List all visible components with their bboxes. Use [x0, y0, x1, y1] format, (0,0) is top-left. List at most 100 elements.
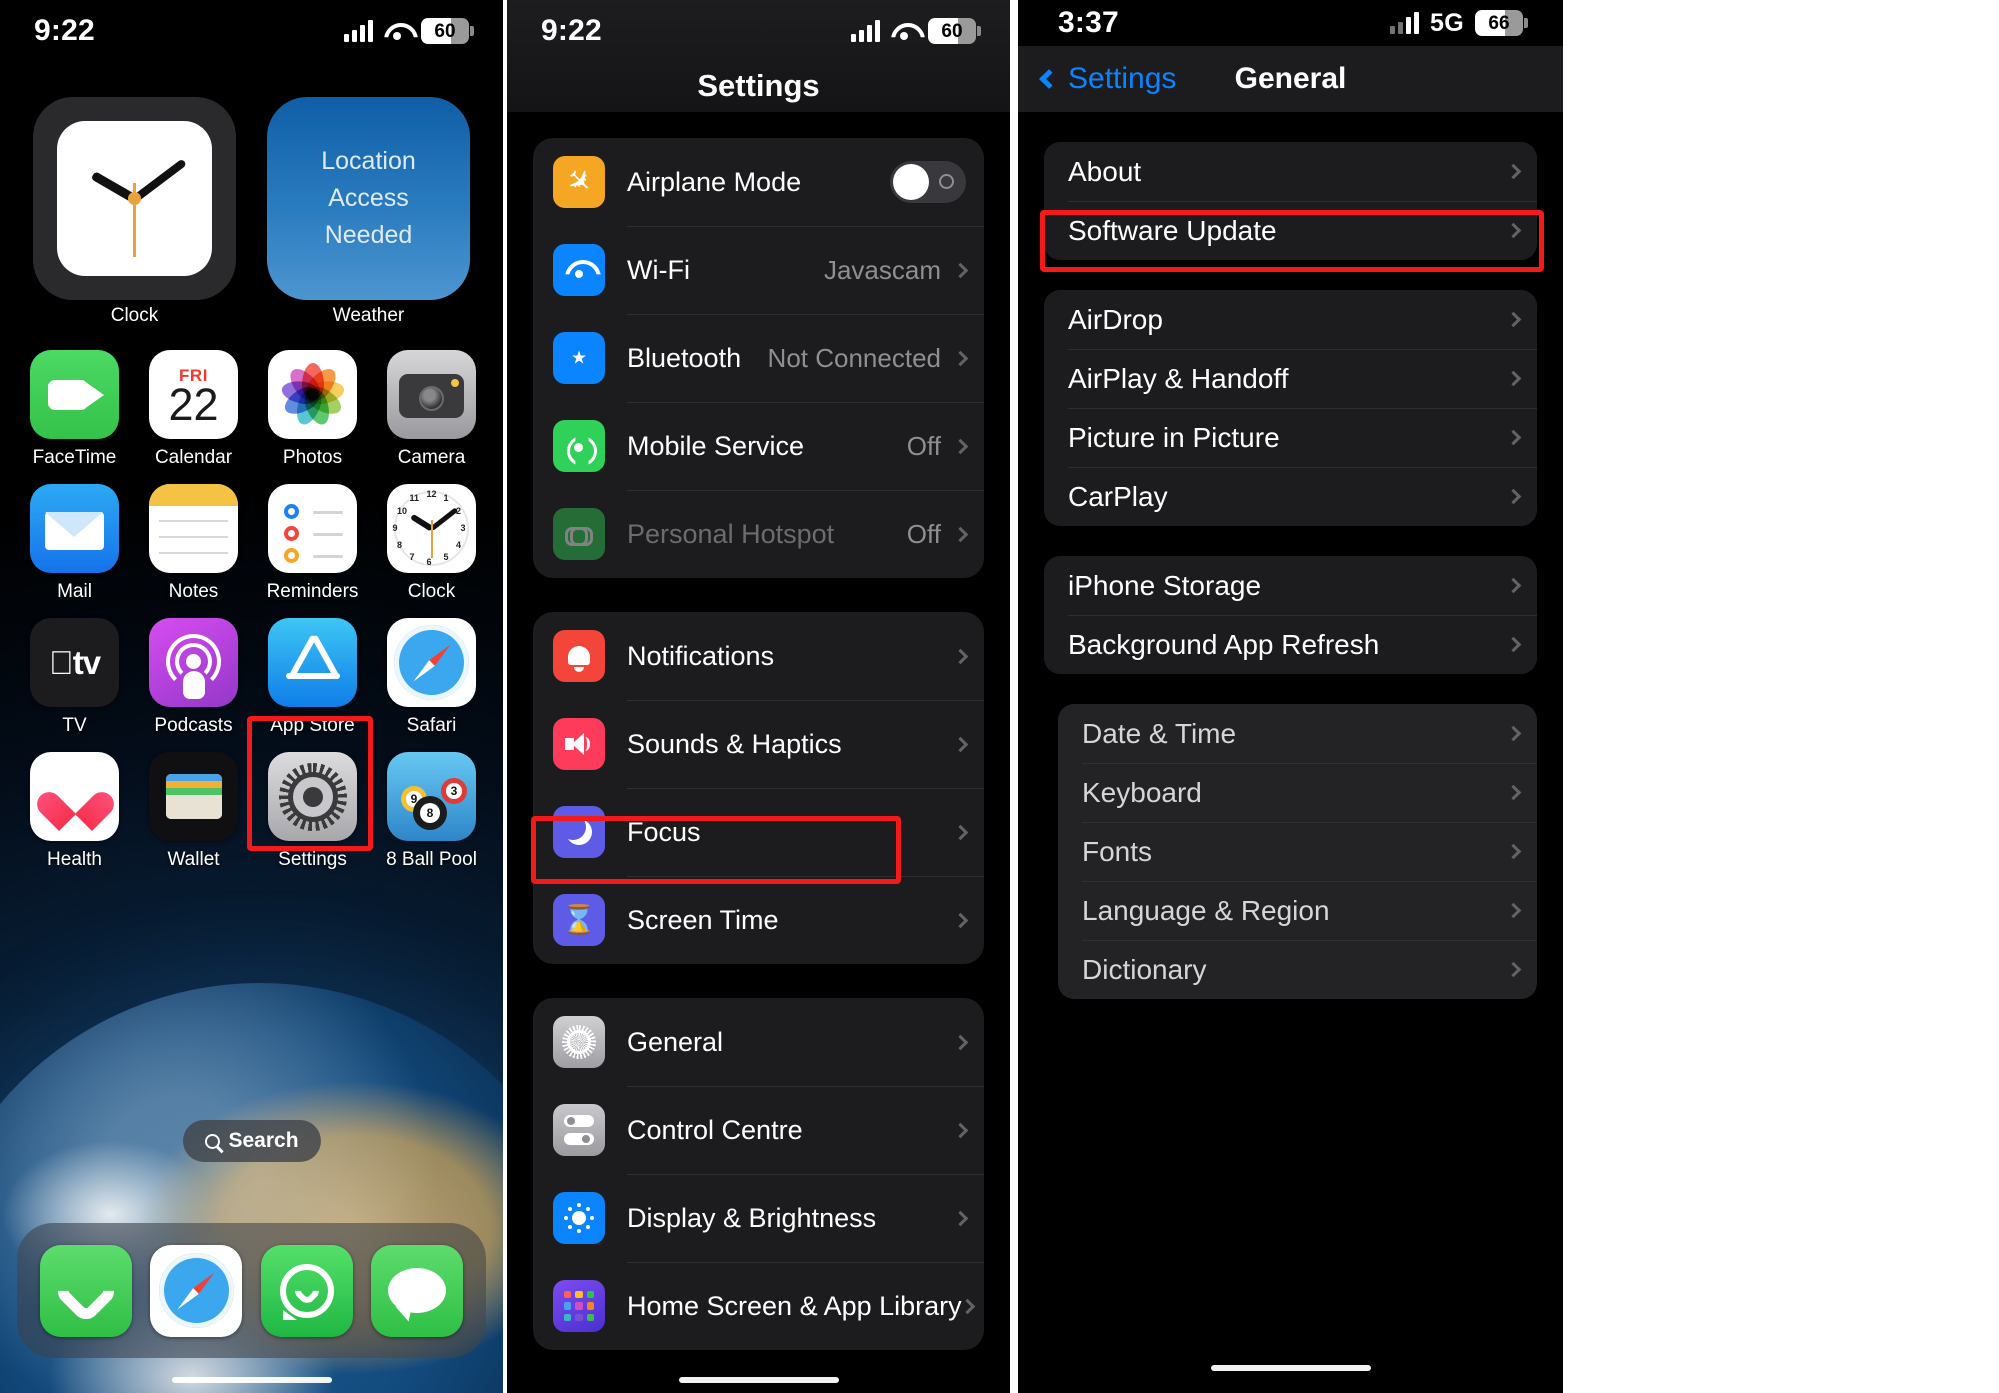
podcasts-icon	[149, 618, 238, 707]
general-group-storage: iPhone Storage Background App Refresh	[1044, 556, 1537, 674]
row-value: Off	[906, 430, 941, 461]
app-reminders[interactable]: Reminders	[260, 484, 365, 603]
general-row-airplay-handoff[interactable]: AirPlay & Handoff	[1044, 349, 1537, 408]
app-facetime[interactable]: FaceTime	[22, 350, 127, 469]
status-indicators: 5G 66	[1390, 9, 1528, 38]
app-photos[interactable]: Photos	[260, 350, 365, 469]
settings-row-personal-hotspot[interactable]: Personal Hotspot Off	[533, 490, 984, 578]
app-settings[interactable]: Settings	[260, 752, 365, 871]
battery-icon: 60	[928, 18, 981, 44]
app-podcasts[interactable]: Podcasts	[141, 618, 246, 737]
app-label: Mail	[57, 581, 92, 602]
general-row-about[interactable]: About	[1044, 142, 1537, 201]
chevron-right-icon	[1505, 843, 1522, 860]
settings-row-focus[interactable]: Focus	[533, 788, 984, 876]
search-button[interactable]: Search	[182, 1120, 321, 1162]
chevron-right-icon	[952, 262, 969, 278]
general-scroll-area[interactable]: About Software Update AirDrop AirPlay & …	[1018, 112, 1563, 1393]
app-8-ball-pool[interactable]: 938 8 Ball Pool	[379, 752, 484, 871]
app-notes[interactable]: Notes	[141, 484, 246, 603]
chevron-right-icon	[1505, 370, 1522, 387]
settings-row-airplane-mode[interactable]: Airplane Mode	[533, 138, 984, 226]
airplane-mode-toggle[interactable]	[890, 161, 966, 203]
app-store-icon	[268, 618, 357, 707]
settings-group-connectivity: Airplane Mode Wi-Fi Javascam ⋆ Bluetooth…	[533, 138, 984, 578]
settings-row-notifications[interactable]: Notifications	[533, 612, 984, 700]
weather-widget[interactable]: Location Access Needed	[267, 97, 470, 300]
widget-row: Location Access Needed	[33, 97, 470, 300]
app-label: Health	[47, 849, 102, 870]
app-label: App Store	[270, 715, 355, 736]
settings-row-wifi[interactable]: Wi-Fi Javascam	[533, 226, 984, 314]
general-row-language-region[interactable]: Language & Region	[1058, 881, 1537, 940]
settings-row-screen-time[interactable]: ⌛ Screen Time	[533, 876, 984, 964]
app-label: Calendar	[154, 447, 233, 468]
chevron-right-icon	[1505, 636, 1522, 653]
chevron-right-icon	[1505, 222, 1522, 239]
hotspot-icon	[553, 508, 605, 560]
app-clock[interactable]: 12 1 2 3 4 5 6 7 8 9 10 11 Clock	[379, 484, 484, 603]
phone-icon[interactable]	[40, 1244, 133, 1337]
settings-row-general[interactable]: General	[533, 998, 984, 1086]
settings-row-bluetooth[interactable]: ⋆ Bluetooth Not Connected	[533, 314, 984, 402]
general-nav-bar: General Settings	[1018, 46, 1563, 112]
settings-row-mobile-service[interactable]: Mobile Service Off	[533, 402, 984, 490]
app-health[interactable]: Health	[22, 752, 127, 871]
app-safari[interactable]: Safari	[379, 618, 484, 737]
app-row-1: FaceTime FRI 22 Calendar Photos Camera	[22, 350, 484, 469]
messages-icon[interactable]	[370, 1244, 463, 1337]
app-grid: FaceTime FRI 22 Calendar Photos Camera M…	[22, 350, 484, 886]
settings-row-home-screen-app-library[interactable]: Home Screen & App Library	[533, 1262, 984, 1350]
chevron-right-icon	[952, 526, 969, 542]
general-row-airdrop[interactable]: AirDrop	[1044, 290, 1537, 349]
general-row-dictionary[interactable]: Dictionary	[1058, 940, 1537, 999]
mail-icon	[30, 484, 119, 573]
general-row-date-time[interactable]: Date & Time	[1058, 704, 1537, 763]
general-row-carplay[interactable]: CarPlay	[1044, 467, 1537, 526]
wallet-icon	[149, 752, 238, 841]
safari-dock-icon[interactable]	[150, 1244, 243, 1337]
status-indicators: 60	[344, 18, 474, 44]
general-row-background-app-refresh[interactable]: Background App Refresh	[1044, 615, 1537, 674]
settings-row-display-brightness[interactable]: Display & Brightness	[533, 1174, 984, 1262]
app-calendar[interactable]: FRI 22 Calendar	[141, 350, 246, 469]
app-label: Notes	[168, 581, 219, 602]
camera-icon	[387, 350, 476, 439]
settings-group-notifications: Notifications Sounds & Haptics Focus ⌛ S…	[533, 612, 984, 964]
clock-widget[interactable]	[33, 97, 236, 300]
general-row-software-update[interactable]: Software Update	[1044, 201, 1537, 260]
chevron-right-icon	[952, 1122, 969, 1138]
panel-settings: 9:22 60 Settings Airplane Mode	[507, 0, 1010, 1393]
photos-icon	[268, 350, 357, 439]
weather-line-1: Location	[321, 147, 416, 175]
general-row-picture-in-picture[interactable]: Picture in Picture	[1044, 408, 1537, 467]
home-indicator	[1210, 1365, 1371, 1371]
general-row-fonts[interactable]: Fonts	[1058, 822, 1537, 881]
app-mail[interactable]: Mail	[22, 484, 127, 603]
settings-page-title: Settings	[697, 68, 820, 103]
8-ball-pool-icon: 938	[387, 752, 476, 841]
whatsapp-icon[interactable]	[260, 1244, 353, 1337]
status-indicators: 60	[851, 18, 981, 44]
settings-row-control-centre[interactable]: Control Centre	[533, 1086, 984, 1174]
sound-icon	[553, 718, 605, 770]
row-label: Software Update	[1068, 214, 1277, 246]
row-label: Keyboard	[1082, 776, 1202, 808]
row-label: Fonts	[1082, 835, 1153, 867]
app-app-store[interactable]: App Store	[260, 618, 365, 737]
app-camera[interactable]: Camera	[379, 350, 484, 469]
home-indicator	[171, 1377, 332, 1383]
gear-icon	[553, 1016, 605, 1068]
app-wallet[interactable]: Wallet	[141, 752, 246, 871]
settings-scroll-area[interactable]: Airplane Mode Wi-Fi Javascam ⋆ Bluetooth…	[507, 112, 1010, 1393]
status-time: 9:22	[541, 14, 602, 47]
app-tv[interactable]: tv TV	[22, 618, 127, 737]
general-row-iphone-storage[interactable]: iPhone Storage	[1044, 556, 1537, 615]
health-icon	[30, 752, 119, 841]
search-label: Search	[228, 1129, 299, 1152]
row-label: iPhone Storage	[1068, 569, 1262, 601]
status-bar-panel2: 9:22 60	[507, 0, 1010, 62]
reminders-icon	[268, 484, 357, 573]
settings-row-sounds-haptics[interactable]: Sounds & Haptics	[533, 700, 984, 788]
general-row-keyboard[interactable]: Keyboard	[1058, 763, 1537, 822]
